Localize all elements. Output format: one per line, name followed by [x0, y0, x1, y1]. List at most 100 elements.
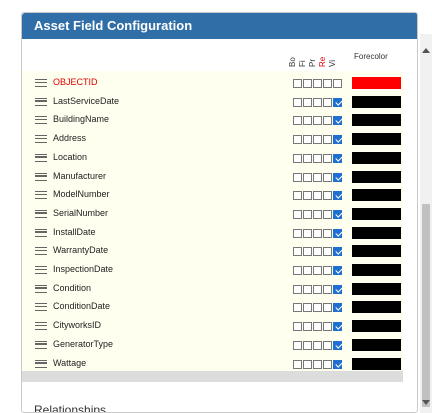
- forecolor-swatch[interactable]: [352, 301, 401, 314]
- required-checkbox[interactable]: [323, 284, 332, 294]
- field-row[interactable]: ConditionDate: [22, 298, 403, 317]
- visible-checkbox[interactable]: [333, 359, 342, 369]
- field-checkbox[interactable]: [303, 191, 312, 201]
- primary-checkbox[interactable]: [313, 116, 322, 126]
- required-checkbox[interactable]: [323, 359, 332, 369]
- primary-checkbox[interactable]: [313, 79, 322, 88]
- primary-checkbox[interactable]: [313, 284, 322, 294]
- required-checkbox[interactable]: [323, 172, 332, 182]
- field-checkbox[interactable]: [303, 284, 312, 294]
- forecolor-swatch[interactable]: [352, 207, 401, 220]
- forecolor-swatch[interactable]: [352, 189, 401, 202]
- drag-handle-icon[interactable]: [35, 116, 47, 125]
- drag-handle-icon[interactable]: [35, 340, 47, 349]
- forecolor-swatch[interactable]: [352, 170, 401, 183]
- visible-checkbox[interactable]: [333, 340, 342, 350]
- field-checkbox[interactable]: [303, 97, 312, 107]
- field-row[interactable]: Condition: [22, 280, 403, 299]
- forecolor-swatch[interactable]: [352, 282, 401, 295]
- visible-checkbox[interactable]: [333, 322, 342, 332]
- field-checkbox[interactable]: [303, 228, 312, 238]
- forecolor-swatch[interactable]: [352, 338, 401, 351]
- primary-checkbox[interactable]: [313, 266, 322, 275]
- primary-checkbox[interactable]: [313, 97, 322, 107]
- drag-handle-icon[interactable]: [35, 303, 47, 312]
- drag-handle-icon[interactable]: [35, 359, 47, 368]
- primary-checkbox[interactable]: [313, 359, 322, 369]
- primary-checkbox[interactable]: [313, 303, 322, 313]
- required-checkbox[interactable]: [323, 209, 332, 219]
- visible-checkbox[interactable]: [333, 266, 342, 275]
- forecolor-swatch[interactable]: [352, 357, 401, 370]
- forecolor-swatch[interactable]: [352, 245, 401, 258]
- field-checkbox[interactable]: [303, 209, 312, 219]
- field-row[interactable]: InstallDate: [22, 224, 403, 243]
- bold-checkbox[interactable]: [293, 135, 302, 145]
- scroll-up-arrow-icon[interactable]: [422, 48, 430, 53]
- bold-checkbox[interactable]: [293, 228, 302, 238]
- bold-checkbox[interactable]: [293, 209, 302, 219]
- primary-checkbox[interactable]: [313, 191, 322, 201]
- field-row[interactable]: BuildingName: [22, 111, 403, 130]
- required-checkbox[interactable]: [323, 340, 332, 350]
- bold-checkbox[interactable]: [293, 340, 302, 350]
- forecolor-swatch[interactable]: [352, 133, 401, 146]
- field-checkbox[interactable]: [303, 303, 312, 313]
- bold-checkbox[interactable]: [293, 116, 302, 126]
- visible-checkbox[interactable]: [333, 79, 342, 88]
- required-checkbox[interactable]: [323, 322, 332, 332]
- primary-checkbox[interactable]: [313, 340, 322, 350]
- drag-handle-icon[interactable]: [35, 247, 47, 256]
- scrollbar-thumb[interactable]: [422, 204, 430, 407]
- bold-checkbox[interactable]: [293, 172, 302, 182]
- bold-checkbox[interactable]: [293, 303, 302, 313]
- bold-checkbox[interactable]: [293, 191, 302, 201]
- required-checkbox[interactable]: [323, 266, 332, 275]
- field-row[interactable]: OBJECTID: [22, 74, 403, 93]
- field-row[interactable]: SerialNumber: [22, 205, 403, 224]
- bold-checkbox[interactable]: [293, 153, 302, 163]
- field-row[interactable]: LastServiceDate: [22, 93, 403, 112]
- field-row[interactable]: WarrantyDate: [22, 242, 403, 261]
- visible-checkbox[interactable]: [333, 135, 342, 145]
- field-row[interactable]: CityworksID: [22, 317, 403, 336]
- bold-checkbox[interactable]: [293, 266, 302, 275]
- drag-handle-icon[interactable]: [35, 153, 47, 162]
- bold-checkbox[interactable]: [293, 79, 302, 88]
- visible-checkbox[interactable]: [333, 116, 342, 126]
- forecolor-swatch[interactable]: [352, 320, 401, 333]
- drag-handle-icon[interactable]: [35, 228, 47, 237]
- forecolor-swatch[interactable]: [352, 95, 401, 108]
- vertical-scrollbar[interactable]: [420, 34, 432, 413]
- scroll-down-arrow-icon[interactable]: [422, 400, 430, 405]
- field-checkbox[interactable]: [303, 359, 312, 369]
- field-row[interactable]: Manufacturer: [22, 168, 403, 187]
- forecolor-swatch[interactable]: [352, 226, 401, 239]
- required-checkbox[interactable]: [323, 303, 332, 313]
- required-checkbox[interactable]: [323, 191, 332, 201]
- field-row[interactable]: ModelNumber: [22, 186, 403, 205]
- visible-checkbox[interactable]: [333, 172, 342, 182]
- visible-checkbox[interactable]: [333, 303, 342, 313]
- required-checkbox[interactable]: [323, 116, 332, 126]
- required-checkbox[interactable]: [323, 247, 332, 257]
- field-checkbox[interactable]: [303, 135, 312, 145]
- bold-checkbox[interactable]: [293, 97, 302, 107]
- field-checkbox[interactable]: [303, 79, 312, 88]
- visible-checkbox[interactable]: [333, 247, 342, 257]
- field-checkbox[interactable]: [303, 247, 312, 257]
- visible-checkbox[interactable]: [333, 209, 342, 219]
- drag-handle-icon[interactable]: [35, 172, 47, 181]
- field-checkbox[interactable]: [303, 322, 312, 332]
- field-row[interactable]: InspectionDate: [22, 261, 403, 280]
- bold-checkbox[interactable]: [293, 359, 302, 369]
- bold-checkbox[interactable]: [293, 247, 302, 257]
- field-checkbox[interactable]: [303, 116, 312, 126]
- primary-checkbox[interactable]: [313, 247, 322, 257]
- field-row[interactable]: GeneratorType: [22, 336, 403, 355]
- field-checkbox[interactable]: [303, 266, 312, 275]
- drag-handle-icon[interactable]: [35, 209, 47, 218]
- primary-checkbox[interactable]: [313, 172, 322, 182]
- field-checkbox[interactable]: [303, 340, 312, 350]
- visible-checkbox[interactable]: [333, 284, 342, 294]
